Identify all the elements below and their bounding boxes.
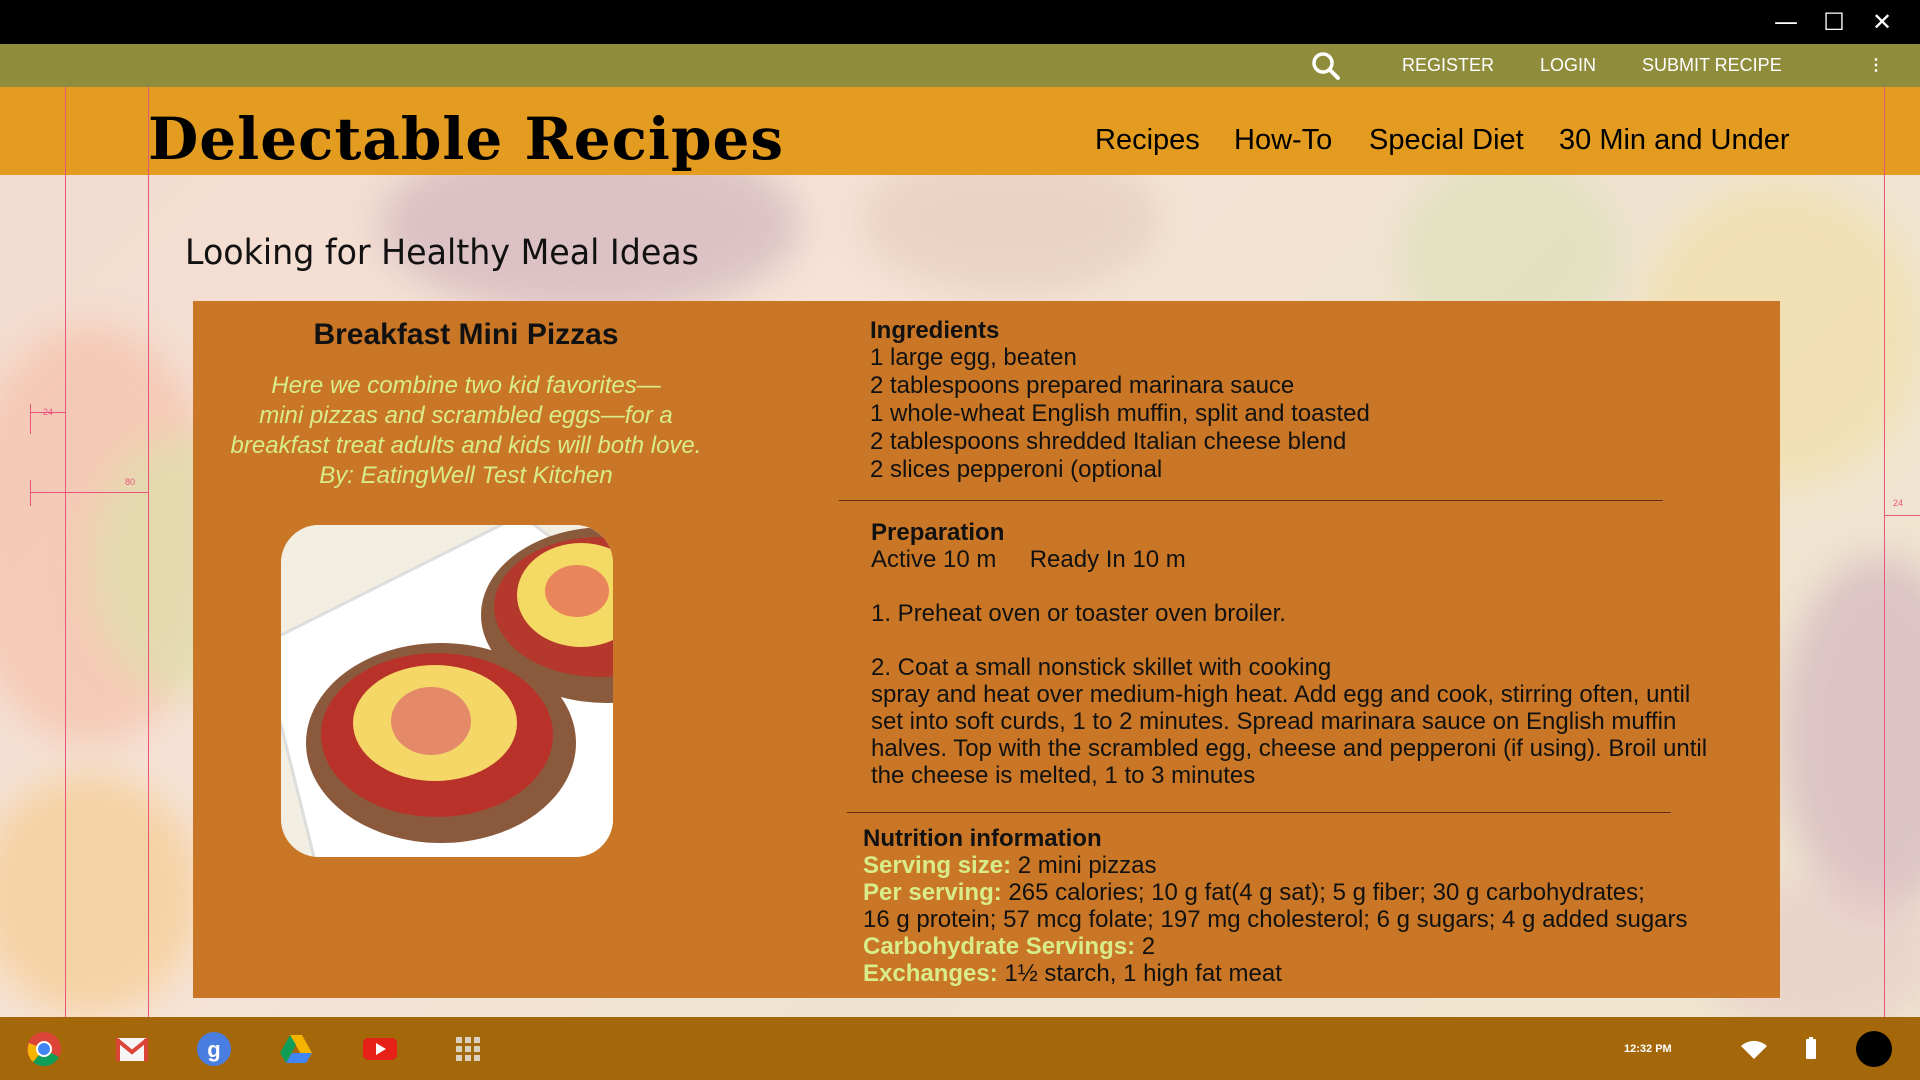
ingredient-item: 1 large egg, beaten [870,344,1077,371]
per-serving-label: Per serving: [863,879,1002,906]
account-avatar[interactable] [1856,1031,1892,1067]
nutrition-per-serving-cont: 16 g protein; 57 mcg folate; 197 mg chol… [863,906,1688,933]
preparation-step-1: 1. Preheat oven or toaster oven broiler. [871,600,1286,627]
recipe-card: Breakfast Mini Pizzas Here we combine tw… [193,301,1780,998]
description-line: Here we combine two kid favorites— [271,372,661,399]
nutrition-heading: Nutrition information [863,825,1102,852]
section-divider [839,500,1663,501]
ingredient-item: 1 whole-wheat English muffin, split and … [870,400,1370,427]
system-clock[interactable]: 12:32 PM [1624,1043,1672,1055]
ingredient-item: 2 tablespoons prepared marinara sauce [870,372,1295,399]
gmail-icon[interactable] [114,1031,150,1067]
preparation-step-2-line: set into soft curds, 1 to 2 minutes. Spr… [871,708,1677,735]
ingredient-item: 2 tablespoons shredded Italian cheese bl… [870,428,1347,455]
preparation-step-2-line: spray and heat over medium-high heat. Ad… [871,681,1691,708]
recipe-photo [281,525,613,857]
layout-guide-content [148,87,149,1017]
description-line: mini pizzas and scrambled eggs—for a [259,402,673,429]
login-link[interactable]: LOGIN [1540,44,1596,87]
nutrition-carb-servings: Carbohydrate Servings: 2 [863,933,1155,960]
ingredients-heading: Ingredients [870,317,1000,344]
battery-icon[interactable] [1806,1037,1816,1059]
more-menu-icon[interactable]: ⋮ [1868,44,1884,87]
preparation-times: Active 10 m Ready In 10 m [871,546,1186,573]
close-button[interactable]: ✕ [1868,8,1896,36]
guide-measure-right [1884,515,1920,516]
preparation-step-2-line: 2. Coat a small nonstick skillet with co… [871,654,1332,681]
utility-nav: REGISTER LOGIN SUBMIT RECIPE ⋮ [0,44,1920,87]
nav-how-to[interactable]: How-To [1234,124,1332,157]
nav-30-min-and-under[interactable]: 30 Min and Under [1559,124,1790,157]
guide-measure-tick [30,404,31,434]
carb-servings-value: 2 [1135,933,1156,960]
search-icon[interactable] [1311,51,1341,81]
serving-size-value: 2 mini pizzas [1011,852,1157,879]
recipe-author: By: EatingWell Test Kitchen [319,462,613,489]
app-launcher-icon[interactable] [450,1031,486,1067]
serving-size-label: Serving size: [863,852,1012,879]
page-headline: Looking for Healthy Meal Ideas [185,233,699,273]
section-divider [847,812,1671,813]
preparation-step-2-line: the cheese is melted, 1 to 3 minutes [871,762,1256,789]
minimize-button[interactable]: — [1772,8,1800,36]
register-link[interactable]: REGISTER [1402,44,1494,87]
nutrition-per-serving: Per serving: 265 calories; 10 g fat(4 g … [863,879,1645,906]
guide-label-80: 80 [125,477,136,487]
recipe-description: Here we combine two kid favorites— mini … [193,371,739,491]
layout-guide-right [1884,87,1885,1017]
nav-special-diet[interactable]: Special Diet [1369,124,1524,157]
recipe-title: Breakfast Mini Pizzas [313,318,619,351]
google-search-icon[interactable]: g [196,1031,232,1067]
site-header: Delectable Recipes Recipes How-To Specia… [0,87,1920,175]
drive-icon[interactable] [278,1031,314,1067]
maximize-button[interactable]: ☐ [1820,8,1848,36]
nutrition-exchanges: Exchanges: 1½ starch, 1 high fat meat [863,960,1282,987]
chrome-icon[interactable] [26,1031,62,1067]
guide-label-24: 24 [43,407,54,417]
guide-label-24-right: 24 [1893,498,1904,508]
exchanges-value: 1½ starch, 1 high fat meat [997,960,1282,987]
description-line: breakfast treat adults and kids will bot… [230,432,702,459]
wifi-icon[interactable] [1740,1039,1768,1061]
guide-measure-80 [30,492,148,493]
nav-recipes[interactable]: Recipes [1095,124,1200,157]
carb-servings-label: Carbohydrate Servings: [863,933,1136,960]
youtube-icon[interactable] [362,1031,398,1067]
nutrition-serving-size: Serving size: 2 mini pizzas [863,852,1156,879]
preparation-heading: Preparation [871,519,1005,546]
window-titlebar: — ☐ ✕ [0,0,1920,44]
preparation-step-2-line: halves. Top with the scrambled egg, chee… [871,735,1708,762]
svg-text:g: g [207,1037,220,1062]
per-serving-value: 265 calories; 10 g fat(4 g sat); 5 g fib… [1001,879,1645,906]
ingredient-item: 2 slices pepperoni (optional [870,456,1163,483]
guide-measure-tick [30,480,31,506]
exchanges-label: Exchanges: [863,960,998,987]
submit-recipe-link[interactable]: SUBMIT RECIPE [1642,44,1782,87]
site-logo[interactable]: Delectable Recipes [148,105,784,173]
layout-guide-left [65,87,66,1017]
